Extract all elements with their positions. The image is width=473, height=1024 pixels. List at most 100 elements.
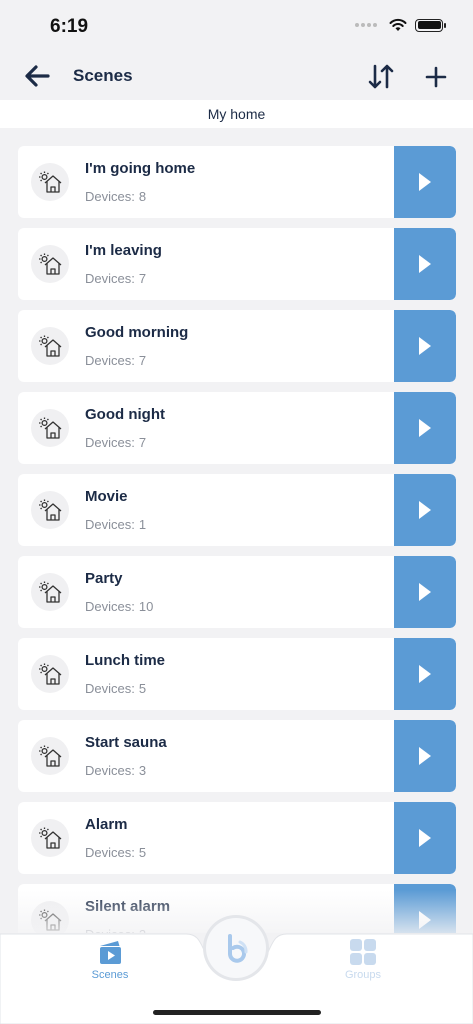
run-scene-button[interactable]: [394, 556, 456, 628]
play-icon: [419, 173, 431, 191]
scene-device-count: Devices: 5: [85, 845, 146, 860]
scene-card[interactable]: Lunch time Devices: 5: [18, 638, 456, 710]
tab-label: Groups: [344, 969, 382, 981]
scene-home-icon: [31, 901, 69, 933]
scene-name: Silent alarm: [85, 898, 171, 915]
devices-label: Devices:: [85, 189, 135, 204]
run-scene-button[interactable]: [394, 392, 456, 464]
play-icon: [419, 583, 431, 601]
scene-device-count: Devices: 3: [85, 763, 146, 778]
play-icon: [419, 255, 431, 273]
arrow-left-icon: [25, 65, 50, 87]
devices-value: 7: [138, 271, 147, 286]
tab-label: Scenes: [91, 969, 129, 981]
scene-card[interactable]: Good night Devices: 7: [18, 392, 456, 464]
scene-home-icon: [31, 163, 69, 201]
scene-card[interactable]: I'm going home Devices: 8: [18, 146, 456, 218]
scene-list[interactable]: I'm going home Devices: 8 I'm leaving Dev…: [0, 128, 473, 933]
scene-card[interactable]: Good morning Devices: 7: [18, 310, 456, 382]
devices-value: 5: [138, 681, 147, 696]
devices-value: 1: [138, 517, 147, 532]
home-name: My home: [207, 106, 266, 122]
signal-icon: [355, 23, 377, 27]
play-icon: [419, 747, 431, 765]
bottom-tab-bar: Scenes Groups: [0, 918, 473, 1024]
play-icon: [419, 911, 431, 929]
scene-home-icon: [31, 245, 69, 283]
scene-device-count: Devices: 5: [85, 681, 146, 696]
sort-button[interactable]: [366, 62, 396, 92]
add-scene-button[interactable]: [422, 62, 450, 92]
run-scene-button[interactable]: [394, 146, 456, 218]
navigation-bar: Scenes: [0, 52, 473, 100]
home-indicator: [153, 1010, 321, 1015]
run-scene-button[interactable]: [394, 310, 456, 382]
scene-device-count: Devices: 7: [85, 353, 146, 368]
scene-home-icon: [31, 327, 69, 365]
scene-name: I'm going home: [85, 160, 196, 177]
scene-home-icon: [31, 491, 69, 529]
scene-name: Movie: [85, 488, 128, 505]
devices-label: Devices:: [85, 271, 135, 286]
scene-home-icon: [31, 655, 69, 693]
play-icon: [419, 501, 431, 519]
scene-name: Alarm: [85, 816, 128, 833]
back-button[interactable]: [22, 62, 52, 90]
devices-label: Devices:: [85, 517, 135, 532]
run-scene-button[interactable]: [394, 884, 456, 933]
scene-name: Lunch time: [85, 652, 166, 669]
scene-device-count: Devices: 8: [85, 189, 146, 204]
play-icon: [419, 337, 431, 355]
scene-card[interactable]: I'm leaving Devices: 7: [18, 228, 456, 300]
devices-label: Devices:: [85, 845, 135, 860]
center-home-button[interactable]: [206, 918, 266, 978]
status-indicators: [355, 18, 446, 32]
devices-label: Devices:: [85, 763, 135, 778]
scenes-icon: [100, 941, 121, 964]
run-scene-button[interactable]: [394, 638, 456, 710]
status-time: 6:19: [50, 16, 89, 37]
run-scene-button[interactable]: [394, 228, 456, 300]
groups-icon: [350, 939, 376, 965]
wifi-icon: [389, 18, 407, 31]
sort-icon: [368, 64, 394, 89]
scene-name: I'm leaving: [85, 242, 162, 259]
run-scene-button[interactable]: [394, 802, 456, 874]
scene-card[interactable]: Alarm Devices: 5: [18, 802, 456, 874]
run-scene-button[interactable]: [394, 720, 456, 792]
devices-label: Devices:: [85, 599, 135, 614]
battery-icon: [415, 18, 446, 32]
tab-groups[interactable]: Groups: [323, 938, 403, 981]
devices-value: 7: [138, 353, 147, 368]
app-logo-icon: [228, 934, 248, 963]
scene-card[interactable]: Movie Devices: 1: [18, 474, 456, 546]
scene-home-icon: [31, 737, 69, 775]
scene-name: Party: [85, 570, 123, 587]
scene-card[interactable]: Start sauna Devices: 3: [18, 720, 456, 792]
tab-scenes[interactable]: Scenes: [70, 938, 150, 981]
run-scene-button[interactable]: [394, 474, 456, 546]
scene-device-count: Devices: 10: [85, 599, 153, 614]
scene-home-icon: [31, 573, 69, 611]
plus-icon: [425, 66, 447, 88]
devices-label: Devices:: [85, 681, 135, 696]
scene-home-icon: [31, 819, 69, 857]
scene-card[interactable]: Party Devices: 10: [18, 556, 456, 628]
page-title: Scenes: [73, 66, 133, 85]
scene-home-icon: [31, 409, 69, 447]
devices-value: 7: [138, 435, 147, 450]
devices-value: 5: [138, 845, 147, 860]
devices-value: 8: [138, 189, 147, 204]
home-selector[interactable]: My home: [0, 100, 473, 128]
devices-label: Devices:: [85, 435, 135, 450]
play-icon: [419, 419, 431, 437]
devices-value: 10: [138, 599, 154, 614]
scene-name: Good night: [85, 406, 165, 423]
devices-label: Devices:: [85, 353, 135, 368]
scene-device-count: Devices: 7: [85, 271, 146, 286]
scene-name: Start sauna: [85, 734, 167, 751]
scene-device-count: Devices: 1: [85, 517, 146, 532]
play-icon: [419, 829, 431, 847]
play-icon: [419, 665, 431, 683]
scene-name: Good morning: [85, 324, 189, 341]
